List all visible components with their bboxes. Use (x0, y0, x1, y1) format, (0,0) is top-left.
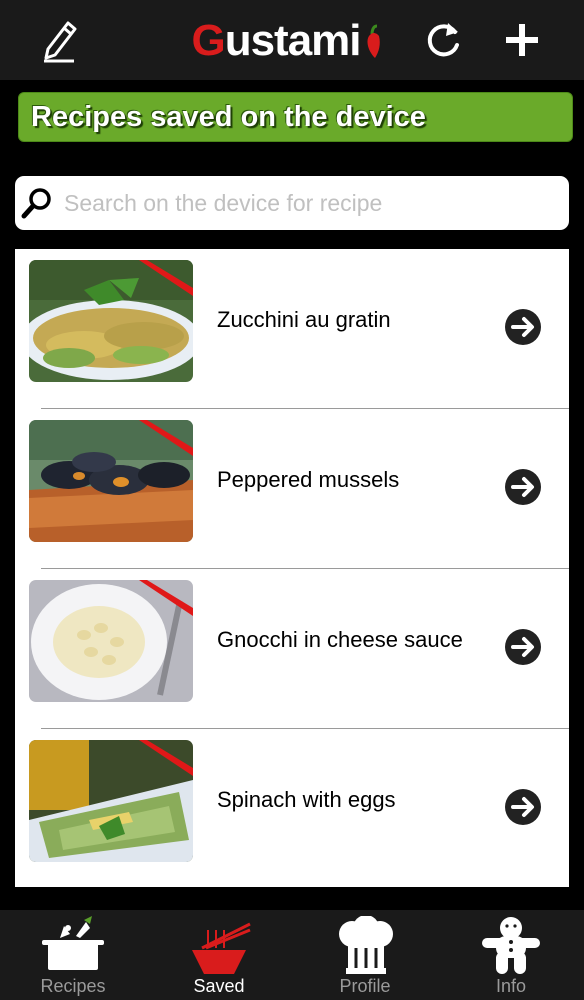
plus-icon (506, 24, 538, 56)
refresh-button[interactable] (416, 12, 472, 68)
brand-letter: G (191, 16, 225, 65)
recipe-row[interactable]: Zucchini au gratin (15, 249, 569, 409)
recipe-thumbnail (29, 260, 193, 382)
tab-bar: Recipes Saved Profile Info (0, 910, 584, 1000)
cooking-pot-icon (42, 916, 104, 970)
tab-label: Recipes (40, 976, 106, 996)
recipe-name: Gnocchi in cheese sauce (217, 627, 463, 652)
refresh-icon (427, 23, 459, 57)
top-bar: Gustami (0, 0, 584, 80)
gingerbread-man-icon (482, 917, 540, 974)
recipe-name: Spinach with eggs (217, 787, 396, 812)
saved-bowl-icon (192, 922, 251, 974)
recipe-row[interactable]: Spinach with eggs (15, 729, 569, 889)
search-input[interactable] (59, 189, 549, 217)
tab-label: Profile (339, 976, 391, 996)
edit-button[interactable] (32, 12, 88, 68)
brand-word: ustami (224, 16, 362, 65)
pencil-icon (44, 21, 77, 63)
recipe-list: Zucchini au gratin Peppered mussels Gnoc… (15, 249, 569, 887)
app-logo: Gustami (150, 14, 430, 68)
app-logo-text: Gustami (191, 16, 362, 66)
recipe-name: Zucchini au gratin (217, 307, 391, 332)
tab-recipes[interactable]: Recipes (0, 910, 146, 1000)
arrow-right-circle-icon[interactable] (503, 787, 543, 827)
recipe-row[interactable]: Peppered mussels (15, 409, 569, 569)
add-button[interactable] (494, 12, 550, 68)
section-banner: Recipes saved on the device (18, 92, 573, 142)
recipe-thumbnail (29, 740, 193, 862)
arrow-right-circle-icon[interactable] (503, 467, 543, 507)
tab-label: Saved (193, 976, 245, 996)
recipe-name: Peppered mussels (217, 467, 400, 492)
recipe-thumbnail (29, 420, 193, 542)
search-bar (15, 176, 569, 230)
section-title: Recipes saved on the device (31, 100, 426, 133)
recipe-thumbnail (29, 580, 193, 702)
chef-hat-icon (339, 916, 393, 974)
recipe-row[interactable]: Gnocchi in cheese sauce (15, 569, 569, 729)
search-icon (15, 176, 59, 230)
chili-pepper-icon (367, 24, 380, 58)
arrow-right-circle-icon[interactable] (503, 627, 543, 667)
tab-saved[interactable]: Saved (146, 910, 292, 1000)
tab-label: Info (495, 976, 527, 996)
tab-profile[interactable]: Profile (292, 910, 438, 1000)
tab-info[interactable]: Info (438, 910, 584, 1000)
arrow-right-circle-icon[interactable] (503, 307, 543, 347)
